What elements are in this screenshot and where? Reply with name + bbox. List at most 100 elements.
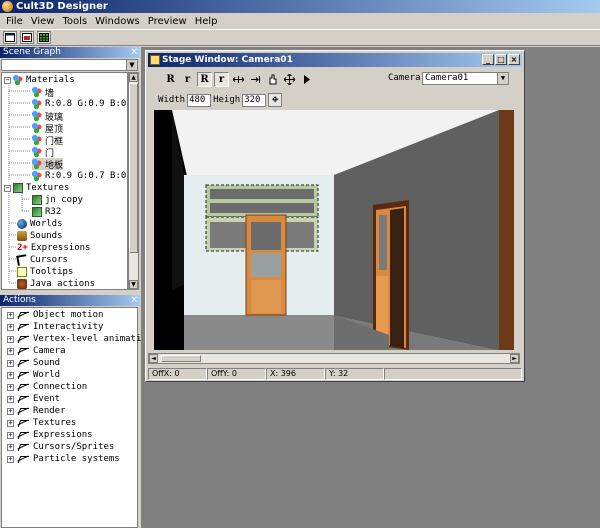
new-window-button[interactable] <box>3 31 17 44</box>
tree-node-material[interactable]: R:0.8 G:0.9 B:0.7 <box>32 98 127 110</box>
rotate-button[interactable]: R <box>163 71 178 87</box>
action-category-camera[interactable]: + Camera <box>7 345 66 357</box>
material-icon <box>32 123 42 133</box>
scene-graph-tree[interactable]: − Materials 墙 R:0.8 G:0.9 B:0.7 玻璃 屋顶 门框… <box>1 72 128 290</box>
action-label: Connection <box>33 382 88 392</box>
tree-node-texture[interactable]: R32 <box>32 206 61 218</box>
menu-preview[interactable]: Preview <box>144 16 191 27</box>
action-label: Event <box>33 394 61 404</box>
expand-icon[interactable]: + <box>7 371 14 379</box>
menu-tools[interactable]: Tools <box>58 16 91 27</box>
maximize-icon[interactable]: □ <box>495 54 507 65</box>
pan-horizontal-button[interactable] <box>231 71 246 87</box>
tree-node-material[interactable]: 屋顶 <box>32 122 63 135</box>
tree-node-texture[interactable]: jn copy <box>32 194 83 206</box>
app-titlebar[interactable]: Cult3D Designer <box>0 0 600 13</box>
expand-icon[interactable]: + <box>7 311 14 319</box>
expand-icon[interactable]: + <box>7 359 14 367</box>
material-icon <box>32 87 42 97</box>
chevron-down-icon[interactable]: ▼ <box>126 60 137 70</box>
action-category-object-motion[interactable]: + Object motion <box>7 309 103 321</box>
scroll-left-icon[interactable]: ◄ <box>149 354 158 363</box>
tree-node-label: Java actions <box>30 279 96 289</box>
action-category-cursors-sprites[interactable]: + Cursors/Sprites <box>7 441 114 453</box>
height-input[interactable]: 320 <box>242 93 267 107</box>
scene-graph-scrollbar[interactable]: ▲ ▼ <box>128 72 139 290</box>
expand-icon[interactable]: + <box>7 431 14 439</box>
action-category-interactivity[interactable]: + Interactivity <box>7 321 103 333</box>
action-category-world[interactable]: + World <box>7 369 60 381</box>
menu-bar: File View Tools Windows Preview Help <box>0 13 600 29</box>
close-icon[interactable]: × <box>130 295 138 306</box>
menu-view[interactable]: View <box>27 16 59 27</box>
stage-viewport[interactable] <box>154 110 514 350</box>
menu-windows[interactable]: Windows <box>91 16 144 27</box>
scrollbar-thumb[interactable] <box>161 355 201 362</box>
actions-header: Actions × <box>0 295 140 306</box>
stage-horizontal-scrollbar[interactable]: ◄ ► <box>148 353 520 364</box>
expand-icon[interactable]: + <box>7 455 14 463</box>
action-category-particle-systems[interactable]: + Particle systems <box>7 453 120 465</box>
move-button[interactable] <box>282 71 297 87</box>
tree-node-label: R:0.9 G:0.7 B:0.8 <box>45 171 128 181</box>
stage-window-icon <box>150 55 160 65</box>
camera-select[interactable]: Camera01 ▼ <box>422 72 509 85</box>
action-icon <box>16 418 30 428</box>
tree-node-label: Worlds <box>30 219 63 229</box>
actions-list[interactable]: + Object motion + Interactivity + Vertex-le… <box>1 307 152 528</box>
tree-node-material[interactable]: 门框 <box>32 134 63 147</box>
action-label: Expressions <box>33 430 93 440</box>
scrollbar-thumb[interactable] <box>129 83 138 253</box>
rotate-object-button[interactable]: R <box>197 71 212 87</box>
pick-button[interactable] <box>265 71 280 87</box>
material-icon <box>32 171 42 181</box>
minimize-icon[interactable]: _ <box>482 54 494 65</box>
action-category-vertex-animation[interactable]: + Vertex-level animation <box>7 333 152 345</box>
expand-icon[interactable]: + <box>7 335 14 343</box>
action-category-render[interactable]: + Render <box>7 405 66 417</box>
tree-node-material-selected[interactable]: 地板 <box>32 158 64 171</box>
scene-graph-header: Scene Graph × <box>0 47 140 58</box>
scroll-right-icon[interactable]: ► <box>510 354 519 363</box>
stage-window-titlebar[interactable]: Stage Window: Camera01 _ □ × <box>148 53 522 67</box>
stage-window-button[interactable] <box>20 31 34 44</box>
expand-icon[interactable]: + <box>7 419 14 427</box>
pan-vertical-button[interactable] <box>248 71 263 87</box>
action-category-textures[interactable]: + Textures <box>7 417 76 429</box>
play-button[interactable] <box>299 71 314 87</box>
tree-node-material[interactable]: 墙 <box>32 86 54 99</box>
resize-move-icon[interactable]: ✥ <box>268 93 283 107</box>
expand-icon[interactable]: + <box>7 443 14 451</box>
height-label: Heigh <box>213 95 241 105</box>
action-category-sound[interactable]: + Sound <box>7 357 60 369</box>
rotate-small-button[interactable]: r <box>180 71 195 87</box>
scene-graph-filter-select[interactable]: ▼ <box>1 59 138 71</box>
scroll-down-icon[interactable]: ▼ <box>129 280 138 289</box>
rotate-object-small-button[interactable]: r <box>214 71 229 87</box>
width-input[interactable]: 480 <box>187 93 212 107</box>
play-icon <box>303 74 310 84</box>
action-category-expressions[interactable]: + Expressions <box>7 429 93 441</box>
grid-button[interactable] <box>37 31 51 44</box>
tree-node-material[interactable]: 玻璃 <box>32 110 63 123</box>
menu-help[interactable]: Help <box>191 16 222 27</box>
tree-node-material[interactable]: R:0.9 G:0.7 B:0.8 <box>32 170 128 182</box>
action-icon <box>16 334 30 344</box>
app-logo-icon <box>2 1 13 12</box>
close-icon[interactable]: × <box>508 54 520 65</box>
expand-icon[interactable]: + <box>7 395 14 403</box>
action-label: World <box>33 370 61 380</box>
tree-node-material[interactable]: 门 <box>32 146 54 159</box>
close-icon[interactable]: × <box>130 47 138 58</box>
action-category-event[interactable]: + Event <box>7 393 60 405</box>
texture-icon <box>32 207 42 217</box>
expand-icon[interactable]: + <box>7 347 14 355</box>
action-category-connection[interactable]: + Connection <box>7 381 87 393</box>
expand-icon[interactable]: + <box>7 383 14 391</box>
offset-y-readout: OffY: 0 <box>207 368 266 380</box>
scroll-up-icon[interactable]: ▲ <box>129 73 138 82</box>
menu-file[interactable]: File <box>2 16 27 27</box>
chevron-down-icon[interactable]: ▼ <box>497 73 508 84</box>
expand-icon[interactable]: + <box>7 407 14 415</box>
expand-icon[interactable]: + <box>7 323 14 331</box>
